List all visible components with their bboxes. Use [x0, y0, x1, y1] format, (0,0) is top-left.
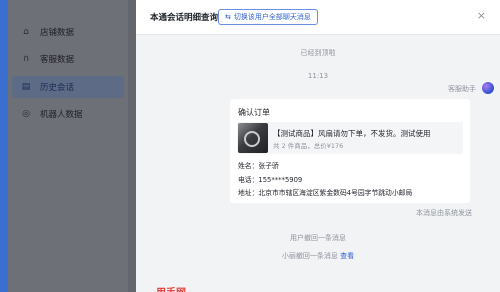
message-time: 11:13 — [307, 72, 329, 80]
footer-tag: 用手网 — [156, 284, 186, 292]
agent-recalled-text: 小丽撤回一条消息 — [281, 252, 338, 260]
recipient-phone: 电话：155****5909 — [238, 176, 303, 184]
sender-name: 客服助手 — [448, 85, 476, 93]
product-image — [238, 123, 268, 153]
recipient-address: 地址：北京市市辖区海淀区紫金数码4号园字节跳动小邮局 — [238, 189, 413, 197]
sidebar-item-label: 店铺数据 — [40, 28, 75, 38]
conversation-detail-panel: 本通会话明细查询 ⇆ 切换该用户全部聊天消息 × 已经到顶啦 11:13 客服助… — [136, 0, 500, 292]
reached-top-text: 已经到顶啦 — [300, 49, 336, 57]
sidebar: ⌂ 店铺数据 ∩ 客服数据 ▤ 历史会话 ◎ 机器人数据 — [8, 0, 128, 292]
overlay-gap — [128, 0, 136, 292]
sidebar-item-label: 客服数据 — [40, 55, 75, 65]
store-icon: ⌂ — [23, 27, 29, 37]
close-icon[interactable]: × — [477, 9, 486, 22]
panel-title: 本通会话明细查询 — [150, 13, 219, 23]
goods-summary: 共 2 件商品，总价¥176 — [273, 142, 344, 150]
system-sent-note: 本消息由系统发送 — [416, 209, 472, 217]
sidebar-item-cs-data[interactable]: ∩ 客服数据 — [12, 48, 124, 70]
order-confirm-card: 确认订单 【测试商品】风扇请勿下单，不发货。测试使用 共 2 件商品，总价¥17… — [230, 99, 470, 203]
sidebar-item-history[interactable]: ▤ 历史会话 — [12, 76, 124, 98]
sidebar-item-label: 历史会话 — [40, 83, 75, 93]
recipient-name: 姓名：张子骄 — [238, 162, 279, 170]
view-link[interactable]: 查看 — [340, 252, 354, 260]
user-recalled-text: 用户撤回一条消息 — [290, 234, 346, 242]
left-accent-strip — [0, 0, 8, 292]
goods-name: 【测试商品】风扇请勿下单，不发货。测试使用 — [273, 129, 431, 138]
switch-icon: ⇆ — [225, 13, 231, 21]
headset-icon: ∩ — [22, 54, 30, 64]
goods-item[interactable]: 【测试商品】风扇请勿下单，不发货。测试使用 共 2 件商品，总价¥176 — [237, 122, 463, 154]
agent-recalled-line: 小丽撤回一条消息 查看 — [136, 251, 500, 261]
panel-header: 本通会话明细查询 ⇆ 切换该用户全部聊天消息 × — [136, 0, 500, 35]
switch-all-messages-button[interactable]: ⇆ 切换该用户全部聊天消息 — [218, 9, 318, 25]
robot-icon: ◎ — [22, 109, 30, 119]
sidebar-item-robot-data[interactable]: ◎ 机器人数据 — [12, 103, 124, 125]
switch-button-label: 切换该用户全部聊天消息 — [233, 13, 311, 21]
avatar — [482, 82, 494, 94]
card-title: 确认订单 — [238, 108, 270, 117]
document-icon: ▤ — [21, 82, 31, 92]
sidebar-item-label: 机器人数据 — [40, 110, 83, 120]
sidebar-item-store-data[interactable]: ⌂ 店铺数据 — [12, 21, 124, 43]
